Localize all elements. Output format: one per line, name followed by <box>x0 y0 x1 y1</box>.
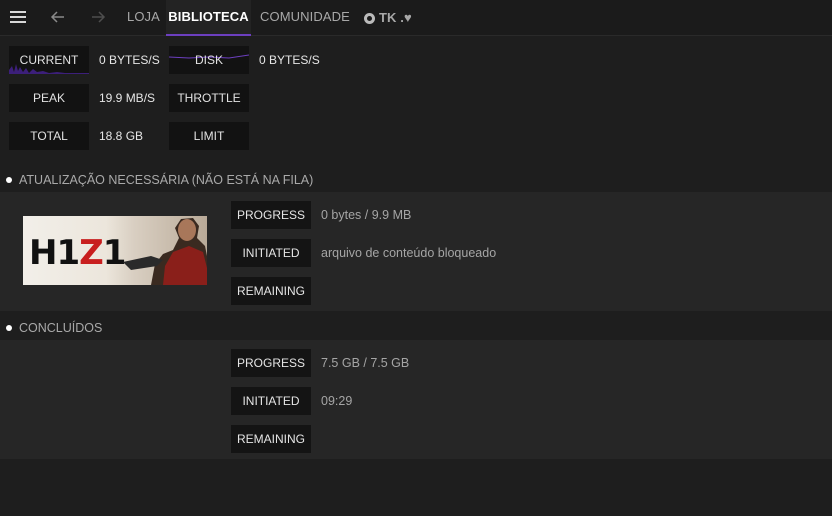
initiated-label: INITIATED <box>231 239 311 267</box>
initiated-value: arquivo de conteúdo bloqueado <box>321 246 497 260</box>
current-value: 0 BYTES/S <box>99 53 160 67</box>
tab-biblioteca[interactable]: BIBLIOTECA <box>166 0 251 36</box>
current-label-text: CURRENT <box>19 53 79 67</box>
game-banner-h1z1[interactable]: H1Z1 <box>23 216 207 285</box>
disk-stat-label: DISK <box>169 46 249 74</box>
peak-value: 19.9 MB/S <box>99 91 156 105</box>
peak-stat-label: PEAK <box>9 84 89 112</box>
progress-value: 7.5 GB / 7.5 GB <box>321 356 410 370</box>
bullet-icon <box>6 325 12 331</box>
total-value: 18.8 GB <box>99 129 144 143</box>
disk-label-text: DISK <box>194 53 223 67</box>
completed-section-header[interactable]: CONCLUÍDOS <box>6 321 102 335</box>
disk-value: 0 BYTES/S <box>259 53 320 67</box>
progress-label: PROGRESS <box>231 201 311 229</box>
completed-panel <box>0 340 832 459</box>
initiated-label: INITIATED <box>231 387 311 415</box>
update-required-section-header[interactable]: ATUALIZAÇÃO NECESSÁRIA (NÃO ESTÁ NA FILA… <box>6 173 313 187</box>
progress-value: 0 bytes / 9.9 MB <box>321 208 412 222</box>
back-arrow-icon[interactable] <box>48 7 68 27</box>
throttle-button[interactable]: THROTTLE <box>169 84 249 112</box>
completed-title: CONCLUÍDOS <box>19 321 103 335</box>
menu-icon[interactable] <box>10 11 26 23</box>
tab-comunidade[interactable]: COMUNIDADE <box>260 0 350 36</box>
limit-button[interactable]: LIMIT <box>169 122 249 150</box>
current-stat-label: CURRENT <box>9 46 89 74</box>
initiated-value: 09:29 <box>321 394 353 408</box>
tab-loja[interactable]: LOJA <box>127 0 160 36</box>
remaining-label: REMAINING <box>231 425 311 453</box>
update-required-title: ATUALIZAÇÃO NECESSÁRIA (NÃO ESTÁ NA FILA… <box>19 173 314 187</box>
user-name: TK .♥ <box>379 10 412 25</box>
bullet-icon <box>6 177 12 183</box>
game-character-art <box>123 218 207 285</box>
progress-label: PROGRESS <box>231 349 311 377</box>
remaining-label: REMAINING <box>231 277 311 305</box>
user-menu[interactable]: TK .♥ <box>364 0 412 36</box>
user-avatar-icon <box>364 12 375 24</box>
forward-arrow-icon[interactable] <box>88 7 108 27</box>
total-stat-label: TOTAL <box>9 122 89 150</box>
top-nav-bar: LOJA BIBLIOTECA COMUNIDADE TK .♥ <box>0 0 832 36</box>
